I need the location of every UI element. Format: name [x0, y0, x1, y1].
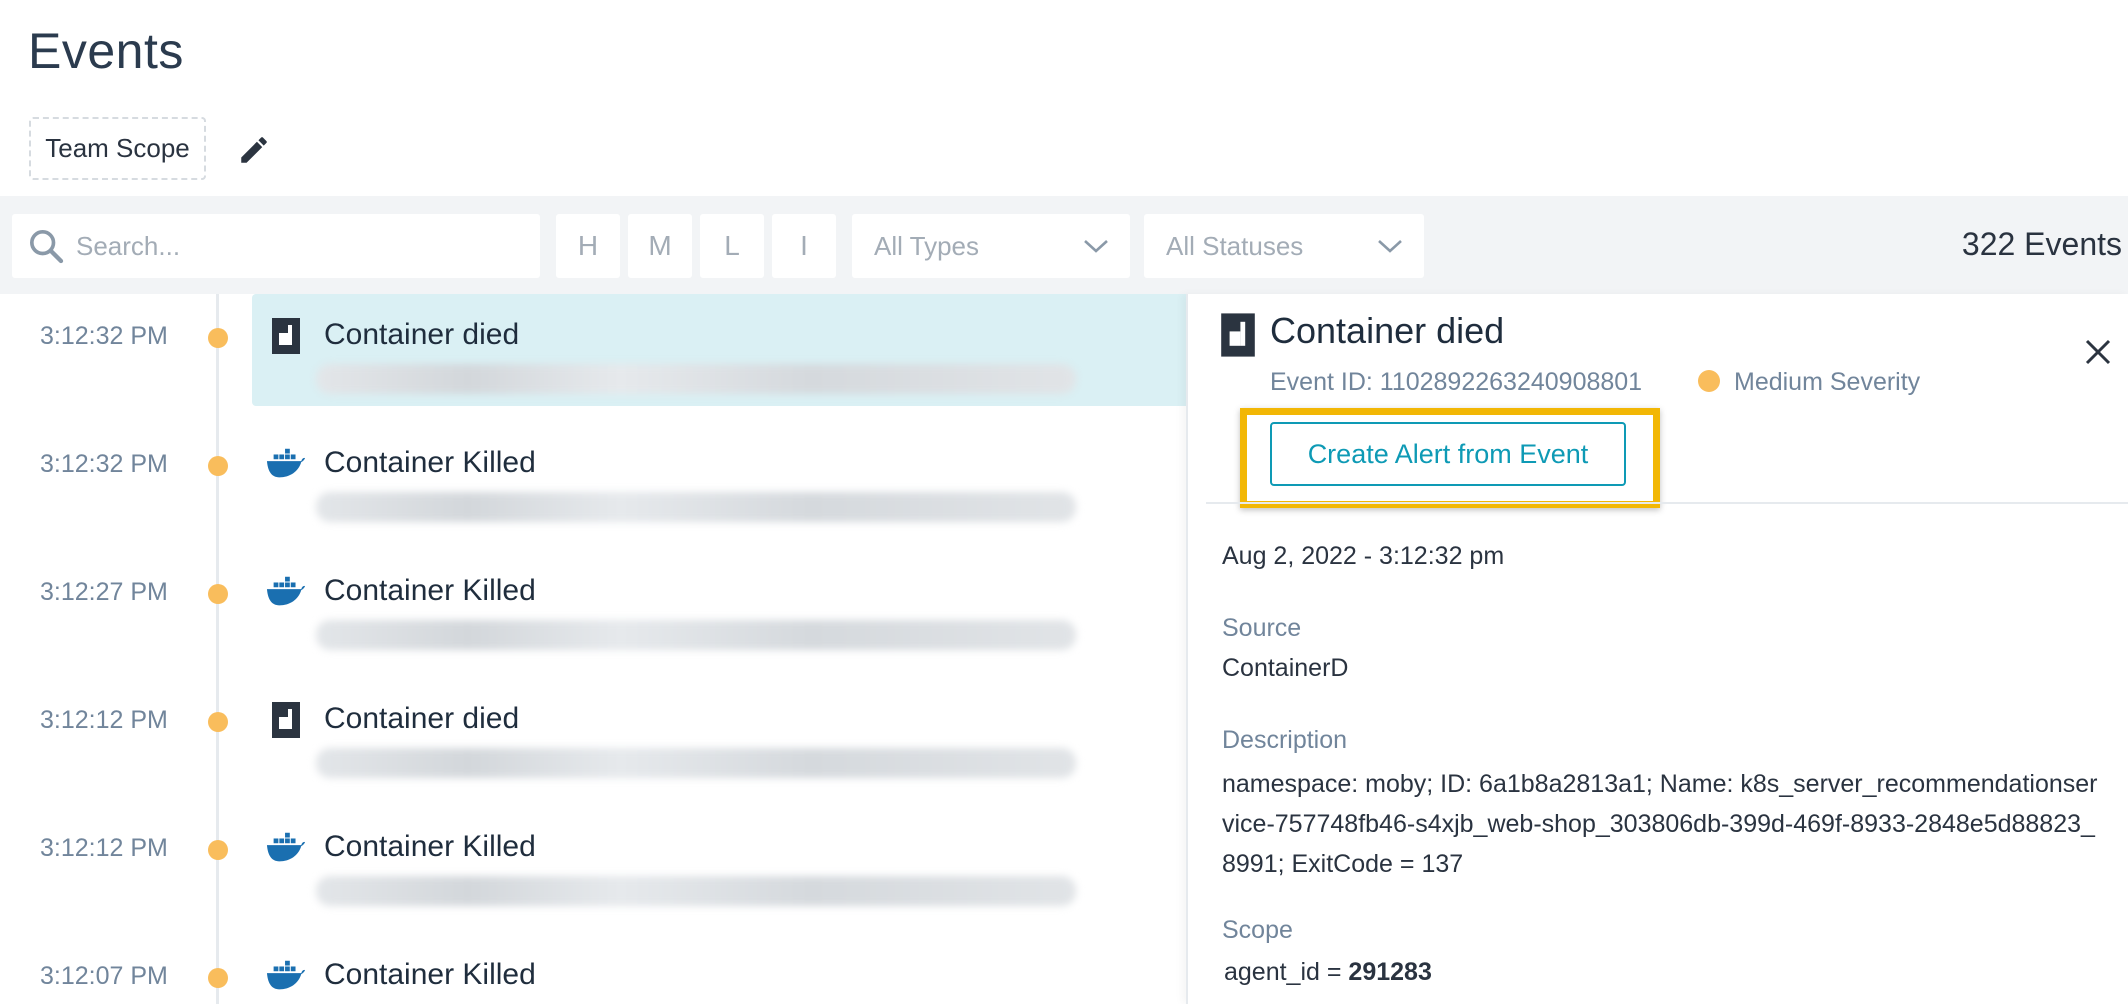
- severity-dot: [208, 968, 228, 988]
- team-scope-label: Team Scope: [45, 133, 190, 163]
- severity-dot: [208, 840, 228, 860]
- event-summary-redacted: [316, 748, 1076, 778]
- team-scope-pill[interactable]: Team Scope: [29, 117, 206, 180]
- docker-icon: [266, 444, 306, 484]
- type-dropdown-value: All Types: [874, 230, 980, 261]
- event-date: Aug 2, 2022 - 3:12:32 pm: [1222, 542, 1505, 570]
- event-time: 3:12:32 PM: [40, 322, 168, 350]
- source-label: Source: [1222, 614, 1302, 642]
- event-name: Container died: [324, 318, 520, 351]
- event-row[interactable]: 3:12:12 PM Container died: [0, 690, 1186, 802]
- search-input[interactable]: [76, 230, 516, 262]
- event-row[interactable]: 3:12:32 PM Container died: [0, 294, 1186, 418]
- severity-medium-button[interactable]: M: [628, 214, 692, 278]
- filter-bar: H M L I All Types All Statuses 322 Event…: [0, 196, 2128, 294]
- search-box[interactable]: [12, 214, 540, 278]
- pencil-icon[interactable]: [232, 128, 276, 172]
- scope-value: agent_id = 291283: [1224, 958, 1432, 987]
- severity-dot: [1698, 370, 1720, 392]
- event-time: 3:12:07 PM: [40, 962, 168, 990]
- event-name: Container Killed: [324, 446, 536, 479]
- docker-icon: [266, 956, 306, 996]
- type-dropdown[interactable]: All Types: [852, 214, 1130, 278]
- severity-dot: [208, 328, 228, 348]
- severity-high-button[interactable]: H: [556, 214, 620, 278]
- event-id: Event ID: 110289226324090880​1: [1270, 368, 1643, 396]
- event-detail-panel: Container died Event ID: 110289226324090…: [1186, 294, 2128, 1004]
- status-dropdown[interactable]: All Statuses: [1144, 214, 1424, 278]
- scope-agent-id: 291283: [1348, 958, 1432, 986]
- event-row[interactable]: 3:12:07 PM Container Killed: [0, 946, 1186, 1004]
- severity-dot: [208, 584, 228, 604]
- page-title: Events: [28, 23, 184, 79]
- divider: [1206, 502, 2128, 504]
- description-value: namespace: moby; ID: 6a1b8a2813a1; Name:…: [1222, 770, 2098, 878]
- event-name: Container Killed: [324, 574, 536, 607]
- status-dropdown-value: All Statuses: [1166, 230, 1304, 261]
- event-summary-redacted: [316, 364, 1076, 394]
- close-icon[interactable]: [2078, 332, 2118, 372]
- severity-low-button[interactable]: L: [700, 214, 764, 278]
- search-icon: [26, 226, 66, 266]
- event-summary-redacted: [316, 620, 1076, 650]
- event-count: 322 Events: [1961, 226, 2122, 262]
- severity-dot: [208, 456, 228, 476]
- description-label: Description: [1222, 726, 1348, 754]
- detail-title: Container died: [1270, 310, 1505, 351]
- event-time: 3:12:27 PM: [40, 578, 168, 606]
- chevron-down-icon: [1082, 231, 1110, 262]
- create-alert-button[interactable]: Create Alert from Event: [1270, 422, 1626, 486]
- scope-key: agent_id =: [1224, 958, 1349, 986]
- docker-icon: [266, 828, 306, 868]
- severity-dot: [208, 712, 228, 732]
- event-name: Container Killed: [324, 958, 536, 991]
- event-name: Container died: [324, 702, 520, 735]
- severity-info-button[interactable]: I: [772, 214, 836, 278]
- event-summary-redacted: [316, 492, 1076, 522]
- event-row[interactable]: 3:12:12 PM Container Killed: [0, 818, 1186, 930]
- event-name: Container Killed: [324, 830, 536, 863]
- scope-label: Scope: [1222, 916, 1293, 944]
- container-icon: [1220, 312, 1256, 358]
- event-time: 3:12:32 PM: [40, 450, 168, 478]
- docker-icon: [266, 572, 306, 612]
- chevron-down-icon: [1376, 231, 1404, 262]
- event-time: 3:12:12 PM: [40, 706, 168, 734]
- severity-label: Medium Severity: [1734, 368, 1921, 396]
- source-value: ContainerD: [1222, 654, 1349, 682]
- event-time: 3:12:12 PM: [40, 834, 168, 862]
- event-summary-redacted: [316, 876, 1076, 906]
- event-row[interactable]: 3:12:27 PM Container Killed: [0, 562, 1186, 674]
- event-row[interactable]: 3:12:32 PM Container Killed: [0, 434, 1186, 546]
- container-icon: [266, 700, 306, 740]
- container-icon: [266, 316, 306, 356]
